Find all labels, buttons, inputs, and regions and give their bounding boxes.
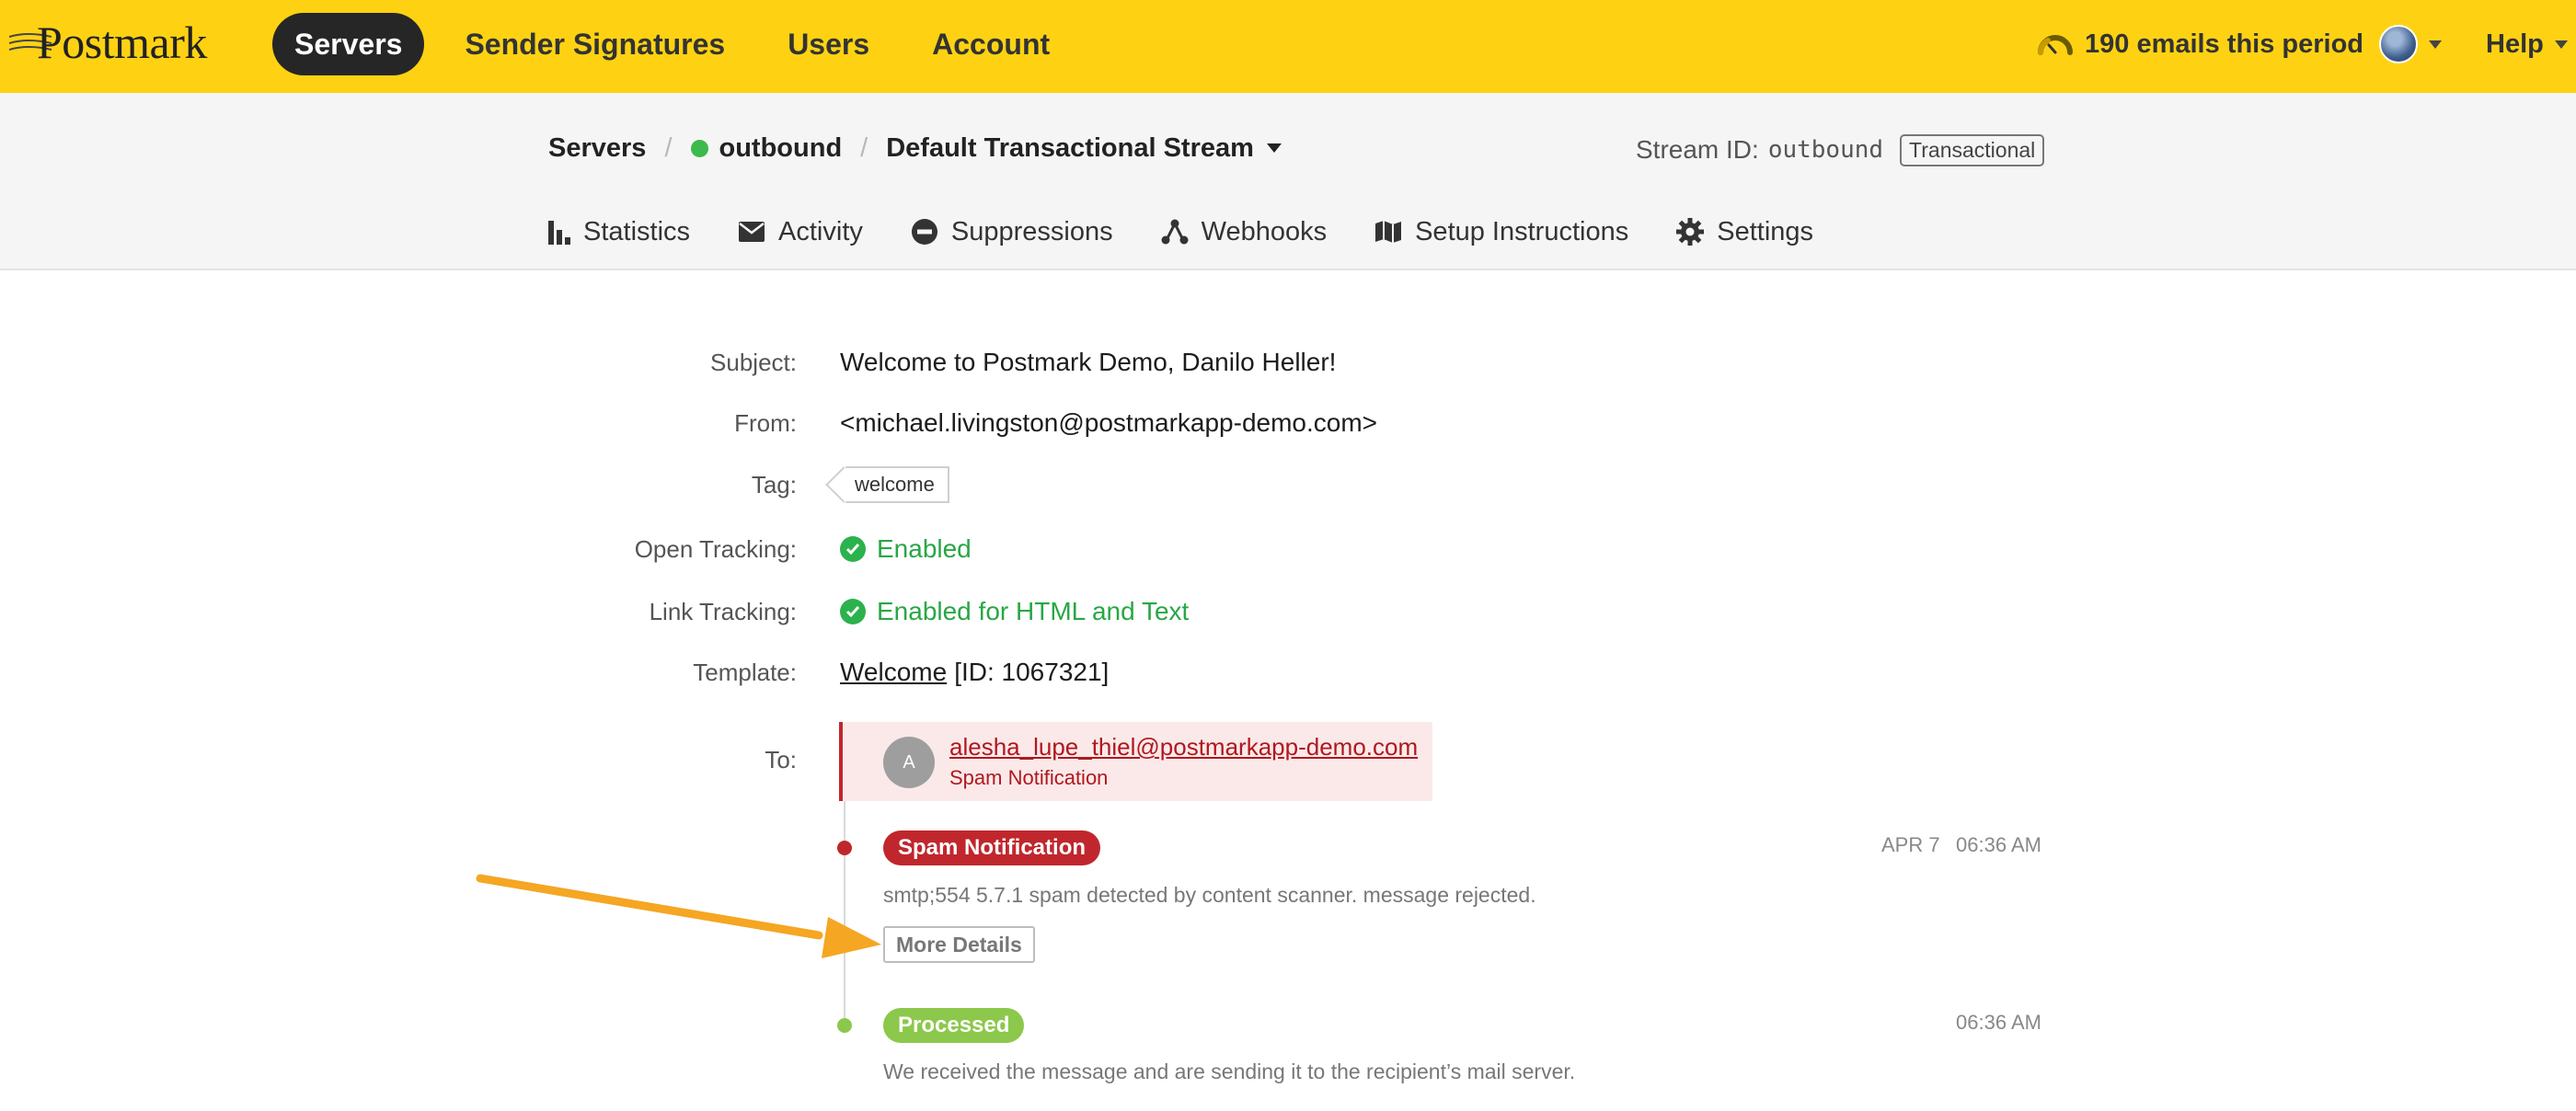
server-header: Servers / outbound / Default Transaction… bbox=[0, 93, 2576, 270]
logo-text: Postmark bbox=[37, 17, 207, 68]
breadcrumb-server[interactable]: outbound bbox=[719, 133, 843, 164]
breadcrumb-separator: / bbox=[664, 132, 673, 163]
tab-label: Activity bbox=[778, 216, 863, 246]
envelope-icon bbox=[739, 222, 765, 242]
nav-sender-signatures[interactable]: Sender Signatures bbox=[443, 13, 747, 75]
link-tracking-text: Enabled for HTML and Text bbox=[877, 597, 1190, 625]
event-badge-spam-notification: Spam Notification bbox=[883, 830, 1101, 865]
stream-id-label: Stream ID: bbox=[1636, 135, 1759, 164]
nav-account[interactable]: Account bbox=[910, 13, 1072, 75]
tab-label: Statistics bbox=[583, 216, 691, 246]
help-label: Help bbox=[2486, 29, 2544, 59]
webhook-icon bbox=[1161, 219, 1189, 245]
bar-chart-icon bbox=[548, 221, 570, 245]
tab-settings[interactable]: Settings bbox=[1676, 217, 1813, 247]
user-menu[interactable] bbox=[2379, 24, 2442, 64]
tab-label: Setup Instructions bbox=[1415, 216, 1629, 246]
postmark-logo[interactable]: Postmark bbox=[9, 15, 207, 70]
map-icon bbox=[1375, 221, 1402, 243]
usage-indicator[interactable]: 190 emails this period bbox=[2037, 20, 2363, 68]
link-tracking-label: Link Tracking: bbox=[649, 597, 797, 625]
tab-setup-instructions[interactable]: Setup Instructions bbox=[1374, 217, 1628, 247]
stream-id-value: outbound bbox=[1767, 136, 1884, 164]
gear-icon bbox=[1676, 218, 1705, 246]
timeline-dot bbox=[837, 841, 852, 855]
check-circle-icon bbox=[840, 599, 866, 624]
tab-statistics[interactable]: Statistics bbox=[548, 217, 690, 247]
avatar bbox=[2379, 25, 2418, 63]
usage-text: 190 emails this period bbox=[2085, 29, 2364, 59]
minus-circle-icon bbox=[911, 219, 937, 245]
breadcrumb-separator: / bbox=[860, 132, 868, 163]
event-time: 06:36 AM bbox=[1956, 833, 2041, 856]
tab-label: Suppressions bbox=[950, 216, 1113, 246]
timeline-dot bbox=[837, 1018, 852, 1033]
stream-type-badge: Transactional bbox=[1900, 133, 2045, 166]
tab-suppressions[interactable]: Suppressions bbox=[911, 217, 1113, 247]
tab-label: Webhooks bbox=[1201, 216, 1328, 246]
subject-value: Welcome to Postmark Demo, Danilo Heller! bbox=[840, 348, 1337, 376]
server-status-dot bbox=[690, 139, 708, 157]
link-tracking-value: Enabled for HTML and Text bbox=[840, 597, 1189, 626]
tab-webhooks[interactable]: Webhooks bbox=[1161, 216, 1328, 247]
main-nav: Servers Sender Signatures Users Account bbox=[272, 13, 1090, 75]
tab-label: Settings bbox=[1717, 216, 1814, 246]
server-tabs: Statistics Activity Suppressions Webhook… bbox=[548, 209, 1861, 255]
recipient-status: Spam Notification bbox=[949, 766, 1109, 789]
recipient-email-link[interactable]: alesha_lupe_thiel@postmarkapp-demo.com bbox=[949, 733, 1418, 762]
recipient-card[interactable]: A alesha_lupe_thiel@postmarkapp-demo.com… bbox=[839, 722, 1432, 801]
chevron-down-icon bbox=[2429, 40, 2442, 49]
tab-activity[interactable]: Activity bbox=[738, 217, 863, 247]
tag-label: Tag: bbox=[751, 470, 797, 498]
template-id: [ID: 1067321] bbox=[954, 658, 1110, 686]
event-detail: smtp;554 5.7.1 spam detected by content … bbox=[883, 883, 1536, 907]
from-label: From: bbox=[734, 408, 797, 437]
stream-id-info: Stream ID: outbound Transactional bbox=[1636, 132, 2045, 168]
from-value: <michael.livingston@postmarkapp-demo.com… bbox=[840, 408, 1378, 437]
gauge-icon bbox=[2038, 35, 2073, 55]
tag-badge[interactable]: welcome bbox=[845, 466, 949, 503]
breadcrumb: Servers / outbound / Default Transaction… bbox=[548, 130, 1282, 166]
open-tracking-text: Enabled bbox=[877, 534, 972, 563]
to-label: To: bbox=[765, 745, 797, 773]
event-date: APR 7 bbox=[1881, 833, 1940, 856]
open-tracking-value: Enabled bbox=[840, 534, 972, 564]
chevron-down-icon[interactable] bbox=[1266, 143, 1282, 153]
subject-label: Subject: bbox=[710, 348, 797, 376]
breadcrumb-stream[interactable]: Default Transactional Stream bbox=[886, 133, 1254, 164]
template-value: Welcome [ID: 1067321] bbox=[840, 658, 1109, 687]
help-menu[interactable]: Help bbox=[2486, 24, 2568, 64]
tag-text: welcome bbox=[855, 473, 935, 496]
check-circle-icon bbox=[840, 536, 866, 562]
top-navigation-bar: Postmark Servers Sender Signatures Users… bbox=[0, 0, 2576, 93]
chevron-down-icon bbox=[2554, 40, 2568, 49]
tag-value-wrap: welcome bbox=[833, 466, 949, 503]
template-label: Template: bbox=[693, 658, 797, 686]
template-link[interactable]: Welcome bbox=[840, 658, 947, 687]
open-tracking-label: Open Tracking: bbox=[634, 534, 797, 563]
event-time: 06:36 AM bbox=[1956, 1011, 2041, 1034]
avatar: A bbox=[883, 737, 935, 788]
nav-servers[interactable]: Servers bbox=[272, 13, 425, 75]
timeline-line bbox=[844, 801, 845, 1027]
event-detail: We received the message and are sending … bbox=[883, 1059, 1576, 1083]
more-details-button[interactable]: More Details bbox=[883, 926, 1035, 963]
nav-users[interactable]: Users bbox=[765, 13, 891, 75]
breadcrumb-servers[interactable]: Servers bbox=[548, 133, 646, 164]
event-badge-processed: Processed bbox=[883, 1008, 1025, 1043]
